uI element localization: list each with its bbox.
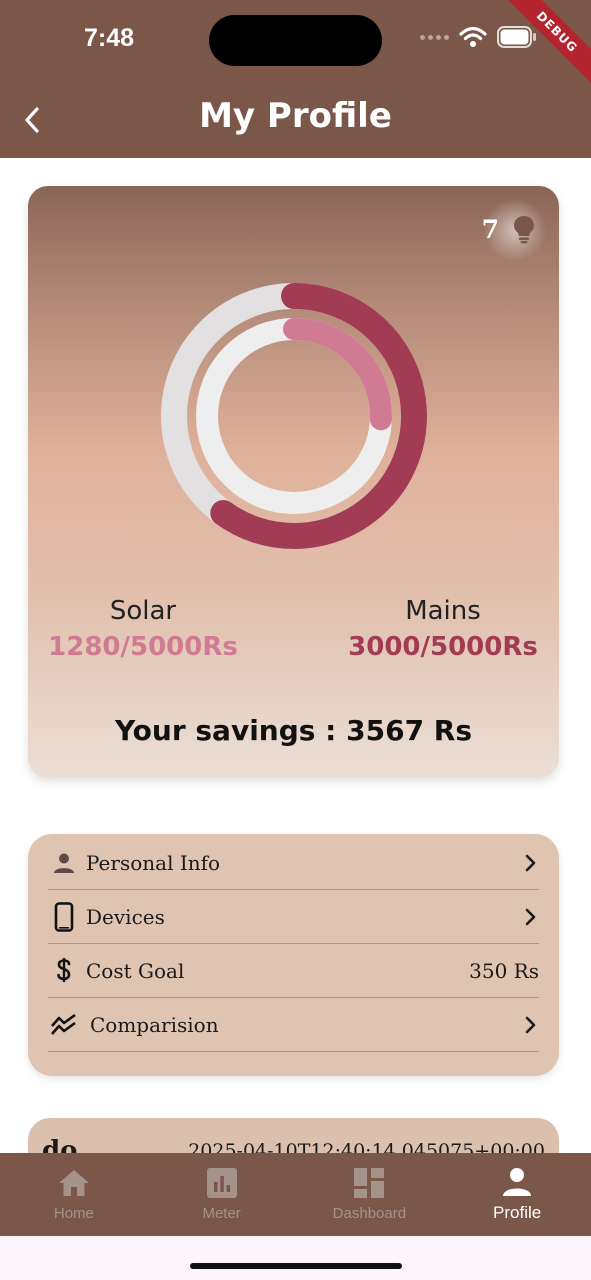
tips-count: 7	[481, 214, 499, 244]
mains-value: 3000/5000Rs	[348, 632, 538, 662]
stacked-line-chart-icon	[48, 1009, 80, 1041]
bar-chart-icon	[206, 1168, 237, 1198]
bottom-navigation: Home Meter Dashboard Profile	[0, 1153, 591, 1236]
mains-legend: Mains 3000/5000Rs	[333, 596, 553, 662]
menu-item-comparison[interactable]: Comparision	[48, 998, 539, 1052]
menu-item-label: Devices	[86, 904, 165, 929]
menu-item-label: Cost Goal	[86, 958, 185, 983]
energy-ring-chart	[161, 283, 427, 549]
home-indicator[interactable]	[190, 1263, 402, 1269]
dollar-icon	[48, 955, 80, 987]
nav-meter[interactable]: Meter	[148, 1153, 296, 1236]
menu-item-devices[interactable]: Devices	[48, 890, 539, 944]
person-icon	[48, 847, 80, 879]
menu-item-personal-info[interactable]: Personal Info	[48, 836, 539, 890]
nav-dashboard[interactable]: Dashboard	[296, 1153, 444, 1236]
lightbulb-icon	[514, 216, 534, 244]
tips-badge[interactable]: 7	[482, 214, 537, 244]
status-icons	[420, 26, 537, 48]
solar-legend: Solar 1280/5000Rs	[33, 596, 253, 662]
savings-text: Your savings : 3567 Rs	[114, 714, 473, 747]
dashboard-icon	[354, 1168, 385, 1198]
battery-icon	[497, 26, 536, 48]
menu-item-cost-goal[interactable]: Cost Goal 350 Rs	[48, 944, 539, 998]
nav-label: Dashboard	[332, 1205, 407, 1222]
mains-label: Mains	[405, 596, 481, 626]
nav-label: Profile	[493, 1203, 542, 1222]
smartphone-icon	[48, 901, 80, 933]
energy-summary-card: 7 Solar 1280/5000Rs Mains 3000/5000Rs Yo…	[28, 186, 559, 778]
dynamic-island	[209, 15, 382, 66]
solar-label: Solar	[109, 596, 177, 626]
profile-menu-card: Personal Info Devices Cost Goal 350 Rs C…	[28, 834, 559, 1076]
chevron-right-icon	[523, 907, 539, 927]
solar-value: 1280/5000Rs	[48, 632, 238, 662]
home-icon	[58, 1170, 89, 1196]
nav-home[interactable]: Home	[0, 1153, 148, 1236]
cost-goal-value: 350 Rs	[469, 958, 539, 983]
chevron-right-icon	[523, 1015, 539, 1035]
nav-label: Home	[53, 1205, 94, 1222]
nav-label: Meter	[202, 1205, 241, 1222]
app-header: 7:48 DEBUG My Profile	[0, 0, 591, 158]
signal-icon	[420, 34, 449, 40]
status-time: 7:48	[84, 24, 135, 52]
home-indicator-area	[0, 1236, 591, 1280]
menu-item-label: Personal Info	[86, 850, 221, 875]
page-title: My Profile	[199, 96, 392, 136]
menu-item-label: Comparision	[90, 1012, 219, 1037]
wifi-icon	[459, 26, 487, 47]
chevron-right-icon	[523, 853, 539, 873]
person-icon	[503, 1168, 532, 1196]
nav-profile[interactable]: Profile	[443, 1153, 591, 1236]
